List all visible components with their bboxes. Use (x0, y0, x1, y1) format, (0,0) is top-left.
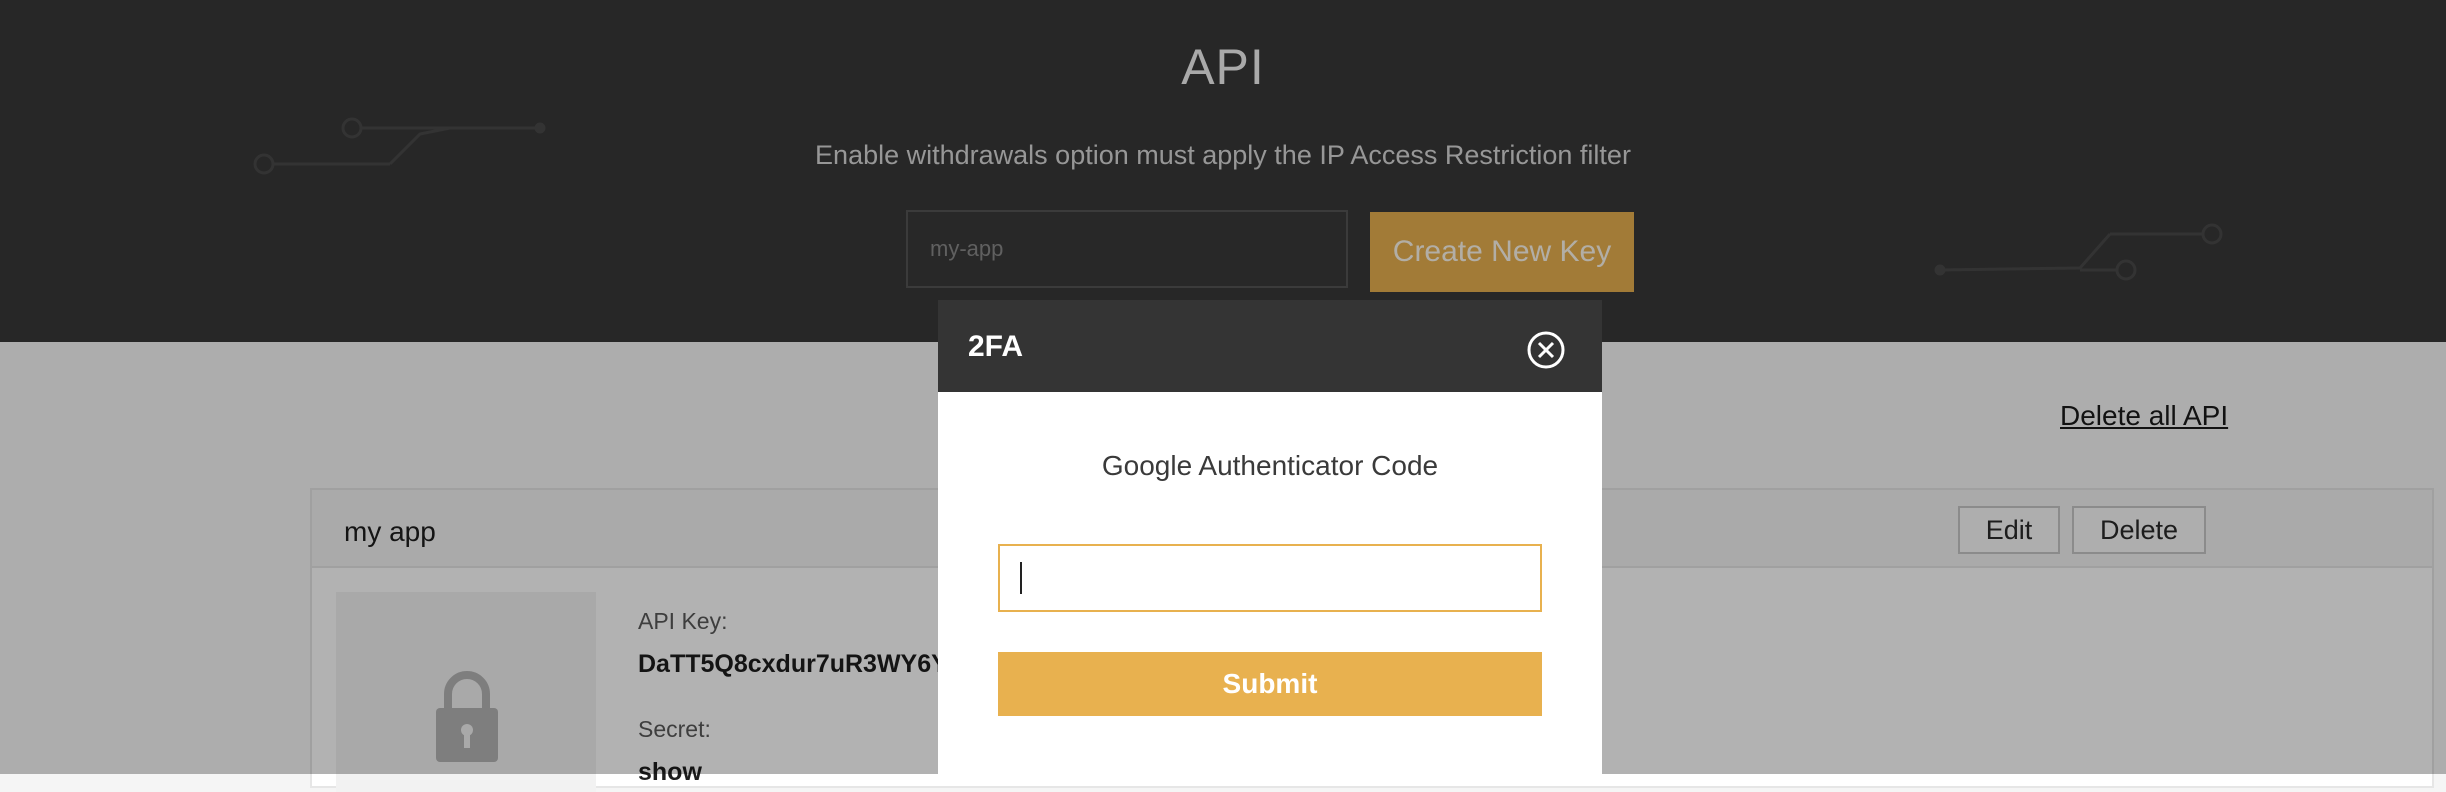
close-icon[interactable] (1526, 330, 1566, 370)
authenticator-code-label: Google Authenticator Code (1101, 450, 1439, 481)
modal-header: 2FA (938, 300, 1602, 392)
two-factor-modal: 2FA Google Authenticator Code Submit (938, 300, 1602, 780)
modal-title: 2FA (968, 330, 1024, 363)
submit-button[interactable]: Submit (998, 652, 1542, 716)
text-cursor (1020, 562, 1022, 594)
authenticator-code-input[interactable] (998, 544, 1542, 612)
